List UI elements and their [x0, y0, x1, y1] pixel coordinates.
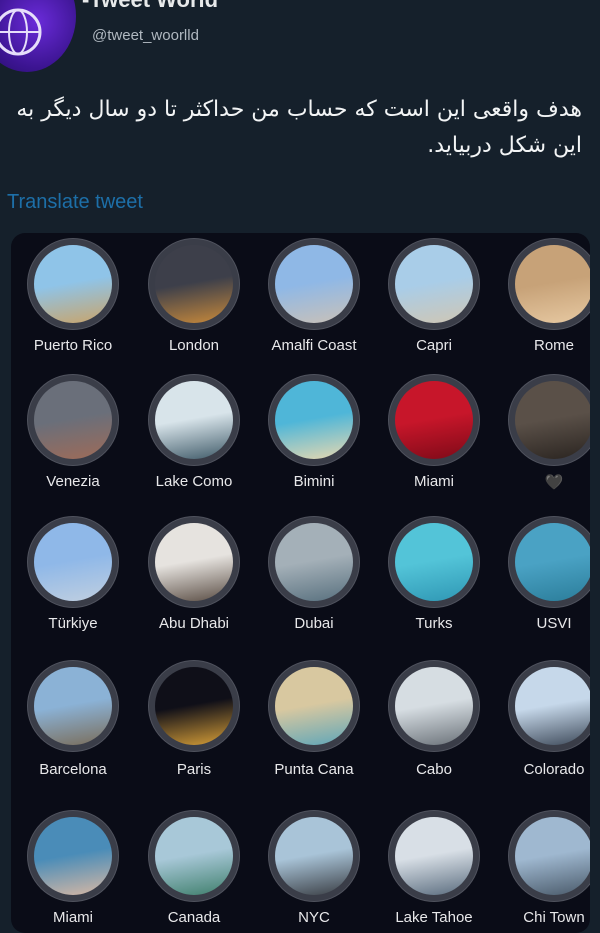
lake-view-photo — [155, 381, 233, 459]
highlight-ring[interactable] — [269, 239, 359, 329]
highlight-ring[interactable] — [269, 517, 359, 607]
highlight-label: Colorado — [523, 761, 585, 778]
highlight-ring[interactable] — [389, 661, 479, 751]
highlight-label: Capri — [416, 337, 452, 354]
hot-air-balloon-photo — [34, 523, 112, 601]
highlight-ring[interactable] — [389, 517, 479, 607]
highlight-ring[interactable] — [149, 239, 239, 329]
tweet-text: هدف واقعی این است که حساب من حداکثر تا د… — [16, 97, 582, 158]
highlight-label: Lake Como — [155, 473, 233, 490]
highlight-ring[interactable] — [389, 811, 479, 901]
highlight-ring[interactable] — [28, 517, 118, 607]
highlight-label: Miami — [53, 909, 93, 926]
highlight-ring[interactable] — [28, 661, 118, 751]
terrace-photo — [395, 245, 473, 323]
highlight-label: Canada — [167, 909, 221, 926]
highlight-label: 🖤 — [544, 474, 564, 491]
city-skyline-photo — [34, 667, 112, 745]
highlight-ring[interactable] — [509, 811, 590, 901]
swing-water-photo — [395, 523, 473, 601]
highlight-ring[interactable] — [149, 811, 239, 901]
highlight-ring[interactable] — [509, 661, 590, 751]
coconut-drink-photo — [275, 667, 353, 745]
highlight-label: NYC — [298, 909, 330, 926]
highlight-label: Paris — [176, 761, 212, 778]
beach-photo — [34, 245, 112, 323]
story-highlight[interactable]: Chi Town — [495, 233, 590, 926]
highlight-ring[interactable] — [149, 661, 239, 751]
highlight-label: Abu Dhabi — [158, 615, 230, 632]
highlight-ring[interactable] — [28, 375, 118, 465]
highlight-label: Rome — [533, 337, 574, 354]
beach-bikini-photo — [34, 817, 112, 895]
woman-portrait-photo — [515, 381, 590, 459]
mountain-view-photo — [515, 667, 590, 745]
highlight-label: Miami — [414, 473, 454, 490]
highlight-label: Türkiye — [48, 615, 98, 632]
canal-photo — [34, 381, 112, 459]
white-mosque-photo — [155, 523, 233, 601]
resort-photo — [395, 667, 473, 745]
highlight-label: Bimini — [293, 473, 335, 490]
highlight-ring[interactable] — [149, 375, 239, 465]
highlight-ring[interactable] — [509, 517, 590, 607]
globe-icon — [0, 8, 42, 56]
palm-beach-photo — [275, 381, 353, 459]
story-highlight[interactable]: Canada — [135, 233, 253, 926]
highlight-ring[interactable] — [269, 661, 359, 751]
red-flowers-photo — [395, 381, 473, 459]
display-name[interactable]: -Tweet World — [82, 0, 218, 13]
highlight-ring[interactable] — [389, 375, 479, 465]
highlight-ring[interactable] — [509, 375, 590, 465]
user-handle[interactable]: @tweet_woorlld — [92, 27, 199, 44]
highlight-ring[interactable] — [28, 811, 118, 901]
profile-avatar[interactable] — [0, 0, 76, 72]
colosseum-photo — [515, 245, 590, 323]
big-ben-photo — [155, 245, 233, 323]
highlight-label: Cabo — [416, 761, 452, 778]
aerial-island-photo — [515, 523, 590, 601]
highlight-ring[interactable] — [509, 239, 590, 329]
story-highlight[interactable]: Lake Tahoe — [375, 233, 493, 926]
highlight-ring[interactable] — [389, 239, 479, 329]
highlight-label: Dubai — [294, 615, 334, 632]
highlight-label: Puerto Rico — [33, 337, 113, 354]
chicago-river-photo — [515, 817, 590, 895]
story-highlight[interactable]: NYC — [255, 233, 373, 926]
highlight-ring[interactable] — [269, 811, 359, 901]
translate-tweet-link[interactable]: Translate tweet — [7, 191, 143, 214]
highlight-ring[interactable] — [149, 517, 239, 607]
highlight-label: Lake Tahoe — [395, 909, 473, 926]
highlight-label: Turks — [415, 615, 453, 632]
tweet-media-image[interactable]: Puerto Rico London Amalfi Coast Capri Rome Ve… — [11, 233, 590, 933]
eiffel-tower-photo — [155, 667, 233, 745]
tweet-header: -Tweet World @tweet_woorlld — [0, 0, 600, 80]
highlight-label: Punta Cana — [274, 761, 354, 778]
highlight-ring[interactable] — [28, 239, 118, 329]
highlight-label: USVI — [536, 615, 572, 632]
snowy-lake-photo — [395, 817, 473, 895]
highlight-label: Amalfi Coast — [271, 337, 357, 354]
highlight-label: Chi Town — [523, 909, 585, 926]
niagara-falls-photo — [155, 817, 233, 895]
highlight-label: Barcelona — [39, 761, 107, 778]
infinity-pool-photo — [275, 523, 353, 601]
highlight-ring[interactable] — [269, 375, 359, 465]
statue-of-liberty-photo — [275, 817, 353, 895]
story-highlight[interactable]: Miami — [14, 233, 132, 926]
highlight-label: London — [168, 337, 220, 354]
coastal-town-photo — [275, 245, 353, 323]
highlight-label: Venezia — [46, 473, 100, 490]
